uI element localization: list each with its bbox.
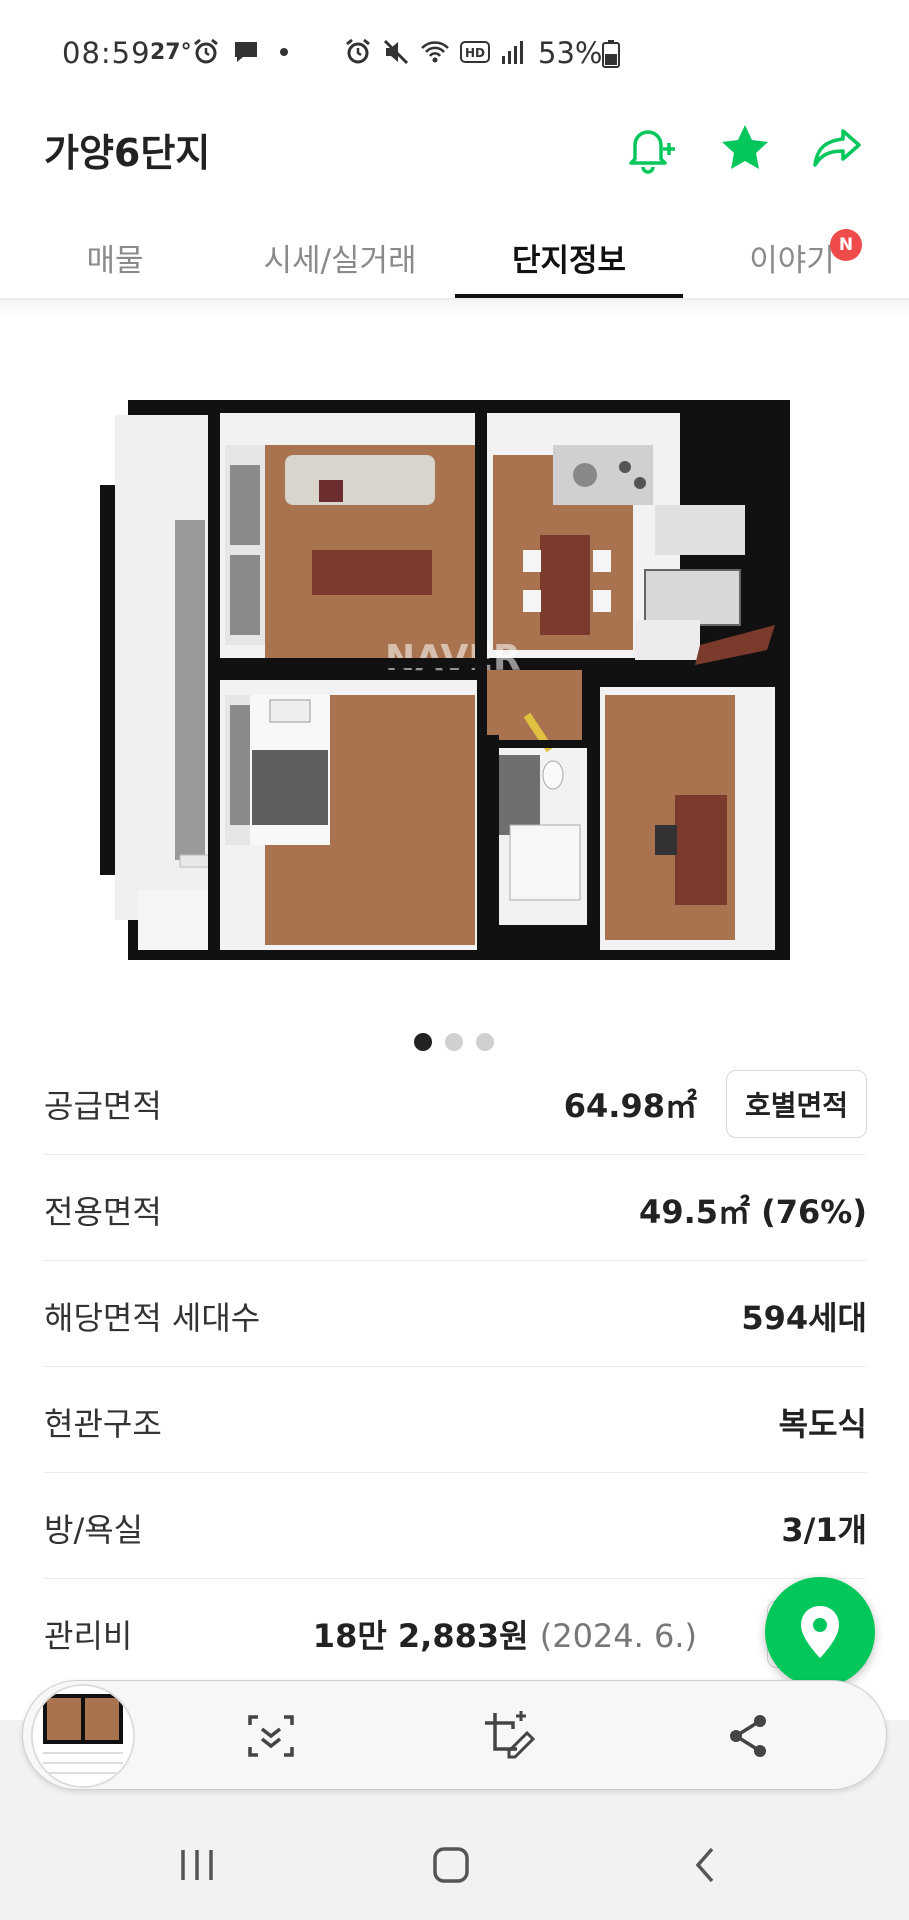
screenshot-toolbar [22,1680,887,1790]
unit-area-button[interactable]: 호별면적 [725,1070,867,1138]
kitchen-counter [553,445,653,505]
info-value: 594세대 [741,1299,867,1337]
info-label: 전용면적 [44,1193,162,1231]
bell-plus-icon [629,130,675,174]
back-button[interactable] [665,1835,745,1895]
favorite-button[interactable] [715,118,775,178]
info-row-exclusive-area: 전용면적 49.5㎡ (76%) [44,1155,867,1261]
active-tab-indicator [455,294,683,298]
tab-price-transactions[interactable]: 시세/실거래 [230,235,450,280]
tab-listings[interactable]: 매물 [45,235,185,280]
info-label: 현관구조 [44,1405,162,1443]
scroll-capture-icon [248,1715,294,1757]
alarm-icon [346,38,370,64]
info-value: 18만 2,883원 (2024. 6.) [313,1611,697,1657]
edit-screenshot-button[interactable] [478,1706,538,1766]
tab-bar: 매물 시세/실거래 단지정보 이야기 [0,205,909,300]
info-label: 방/욕실 [44,1511,144,1549]
wifi-icon [421,41,449,63]
share-arrow-icon [813,129,861,167]
add-notification-button[interactable] [620,118,680,178]
info-value: 3/1개 [781,1511,867,1549]
mute-icon [383,39,409,65]
scroll-capture-button[interactable] [241,1706,301,1766]
page-title: 가양6단지 [44,131,211,175]
maintenance-fee-amount: 18만 2,883원 [312,1617,529,1655]
screenshot-thumbnail[interactable] [31,1684,135,1788]
recent-apps-icon [181,1850,213,1880]
home-button[interactable] [411,1835,491,1895]
more-notifications-dot-icon [280,48,288,56]
bathroom-tiles [495,755,540,835]
dining-table [540,535,590,635]
maintenance-fee-date: (2024. 6.) [539,1617,697,1655]
tab-complex-info[interactable]: 단지정보 [455,235,683,280]
bathtub [509,824,581,901]
sofa [285,455,435,505]
info-row-households: 해당면적 세대수 594세대 [44,1261,867,1367]
share-screenshot-button[interactable] [718,1706,778,1766]
info-label: 해당면적 세대수 [44,1299,261,1337]
info-row-supply-area: 공급면적 64.98㎡ 호별면적 [44,1049,867,1155]
status-bar: 08:59 27° HD 53% [0,0,909,100]
desk [675,795,727,905]
message-icon [235,42,257,62]
info-value: 49.5㎡ (76%) [639,1193,867,1231]
home-icon [433,1847,469,1883]
battery-percent: 53% [538,36,603,70]
new-badge: N [830,229,862,261]
battery-icon [602,40,620,68]
recent-apps-button[interactable] [157,1835,237,1895]
back-icon [695,1847,714,1883]
status-time: 08:59 [62,36,151,70]
system-navigation-bar [0,1810,909,1920]
status-temperature: 27° [150,40,192,65]
floor-plan-image[interactable]: NAVER [95,395,815,965]
coffee-table [312,550,432,595]
info-row-maintenance-fee: 관리비 18만 2,883원 (2024. 6.) 상 [44,1579,867,1685]
hd-voice-icon: HD [460,41,490,63]
alarm-icon [194,38,218,64]
signal-icon [502,41,523,64]
share-icon [730,1715,766,1757]
info-value: 64.98㎡ [563,1087,697,1125]
info-row-rooms-baths: 방/욕실 3/1개 [44,1473,867,1579]
thumbnail-preview-icon [33,1686,133,1786]
info-label: 관리비 [44,1617,133,1655]
edit-crop-icon [485,1711,535,1759]
info-label: 공급면적 [44,1087,162,1125]
svg-text:HD: HD [465,46,485,60]
star-icon [722,125,768,169]
map-location-button[interactable] [765,1577,875,1687]
info-row-entrance-structure: 현관구조 복도식 [44,1367,867,1473]
info-value: 복도식 [778,1405,867,1443]
map-pin-icon [801,1606,839,1658]
share-page-button[interactable] [808,118,868,178]
